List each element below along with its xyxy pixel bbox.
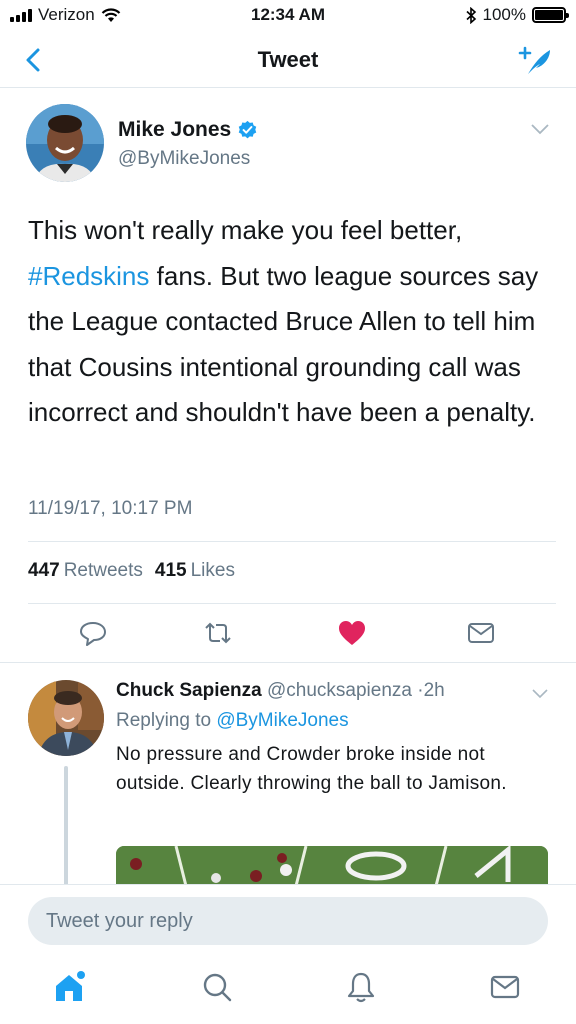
heart-filled-icon[interactable] <box>337 618 367 648</box>
retweet-icon[interactable] <box>203 618 233 648</box>
status-right: 100% <box>465 5 569 25</box>
tweet-text-before: This won't really make you feel better, <box>28 215 463 245</box>
messages-envelope-icon[interactable] <box>488 970 522 1004</box>
bluetooth-icon <box>465 6 476 24</box>
reply-input[interactable] <box>28 897 548 945</box>
status-bar: Verizon 12:34 AM 100% <box>0 0 576 32</box>
reply-media-image[interactable] <box>116 846 548 886</box>
author-name-text: Mike Jones <box>118 118 232 141</box>
chevron-down-icon[interactable] <box>532 688 548 699</box>
author-handle[interactable]: @ByMikeJones <box>118 148 250 170</box>
tweet-stats: 447 Retweets 415 Likes <box>28 560 243 582</box>
home-icon[interactable] <box>52 970 86 1004</box>
battery-fill <box>535 10 563 20</box>
nav-bar: Tweet <box>0 32 576 88</box>
chevron-down-icon[interactable] <box>530 122 550 136</box>
reply-icon[interactable] <box>78 618 108 648</box>
chevron-left-icon[interactable] <box>20 44 48 76</box>
divider <box>28 603 556 604</box>
divider <box>0 662 576 663</box>
verified-badge-icon <box>238 120 257 138</box>
retweet-label[interactable]: Retweets <box>64 560 143 582</box>
reply-age: 2h <box>423 680 445 701</box>
avatar[interactable] <box>26 104 104 182</box>
like-count[interactable]: 415 <box>155 560 187 582</box>
tab-bar <box>0 960 576 1024</box>
compose-feather-icon[interactable] <box>516 42 554 78</box>
page-title: Tweet <box>257 47 319 72</box>
tweet-text: This won't really make you feel better, … <box>28 208 556 436</box>
notifications-bell-icon[interactable] <box>344 970 378 1004</box>
tweet-actions <box>0 618 576 650</box>
reply-avatar[interactable] <box>28 680 104 756</box>
replying-to-prefix: Replying to <box>116 710 212 731</box>
thread-line <box>64 766 68 886</box>
replying-to: Replying to @ByMikeJones <box>116 710 349 732</box>
reply-header: Chuck Sapienza @chucksapienza ·2h <box>116 680 445 702</box>
search-icon[interactable] <box>200 970 234 1004</box>
battery-icon <box>532 7 569 23</box>
author-name[interactable]: Mike Jones <box>118 118 258 142</box>
reply-author-handle[interactable]: @chucksapienza <box>267 680 412 701</box>
reply-text: No pressure and Crowder broke inside not… <box>116 744 507 794</box>
retweet-count[interactable]: 447 <box>28 560 60 582</box>
divider <box>28 541 556 542</box>
tweet-timestamp: 11/19/17, 10:17 PM <box>28 498 193 519</box>
reply-author-name[interactable]: Chuck Sapienza <box>116 680 262 701</box>
hashtag-link[interactable]: #Redskins <box>28 261 149 291</box>
tweet-header: Mike Jones @ByMikeJones <box>26 104 556 184</box>
replying-to-handle[interactable]: @ByMikeJones <box>216 710 348 731</box>
reply-composer <box>0 884 576 1024</box>
message-icon[interactable] <box>466 618 496 648</box>
like-label[interactable]: Likes <box>191 560 235 582</box>
reply-tweet[interactable]: Chuck Sapienza @chucksapienza ·2h Replyi… <box>0 676 576 886</box>
battery-percent: 100% <box>482 5 526 24</box>
